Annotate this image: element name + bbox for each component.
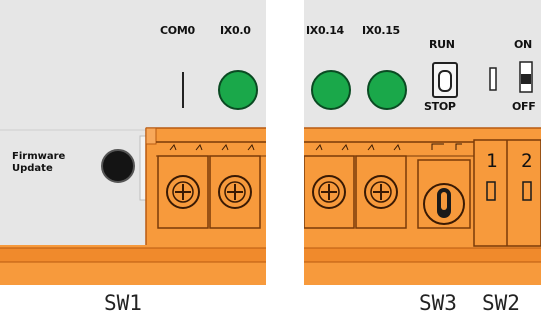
on-label: ON xyxy=(514,38,532,51)
com0-label: COM0 xyxy=(160,24,195,37)
sw3-label: SW3 xyxy=(419,291,457,315)
terminal-screw-2 xyxy=(209,155,261,229)
sw1-label: SW1 xyxy=(104,291,142,315)
sw2-label: SW2 xyxy=(482,291,520,315)
led-ix0-14 xyxy=(311,70,351,110)
ix0-0-label: IX0.0 xyxy=(220,24,251,37)
firmware-update-button[interactable] xyxy=(101,149,135,183)
firmware-label-line1: Firmware xyxy=(12,151,66,162)
image-split-gap xyxy=(266,0,304,285)
led-ix0-15 xyxy=(367,70,407,110)
small-slide-indicator xyxy=(489,67,497,91)
device-illustration xyxy=(0,0,541,285)
led-ix0-0 xyxy=(218,70,258,110)
firmware-label-line2: Update xyxy=(12,163,53,174)
dip-number-1: 1 xyxy=(486,150,498,172)
run-label: RUN xyxy=(429,38,455,51)
ix0-14-label: IX0.14 xyxy=(306,24,344,37)
stop-label: STOP xyxy=(424,100,456,113)
off-label: OFF xyxy=(512,100,536,113)
ix0-15-label: IX0.15 xyxy=(362,24,400,37)
dip-number-2: 2 xyxy=(521,150,533,172)
terminal-screw-4 xyxy=(355,155,407,229)
on-off-knob xyxy=(521,74,531,84)
terminal-screw-3 xyxy=(303,155,355,229)
run-stop-lever xyxy=(438,70,452,92)
terminal-screw-1 xyxy=(157,155,209,229)
